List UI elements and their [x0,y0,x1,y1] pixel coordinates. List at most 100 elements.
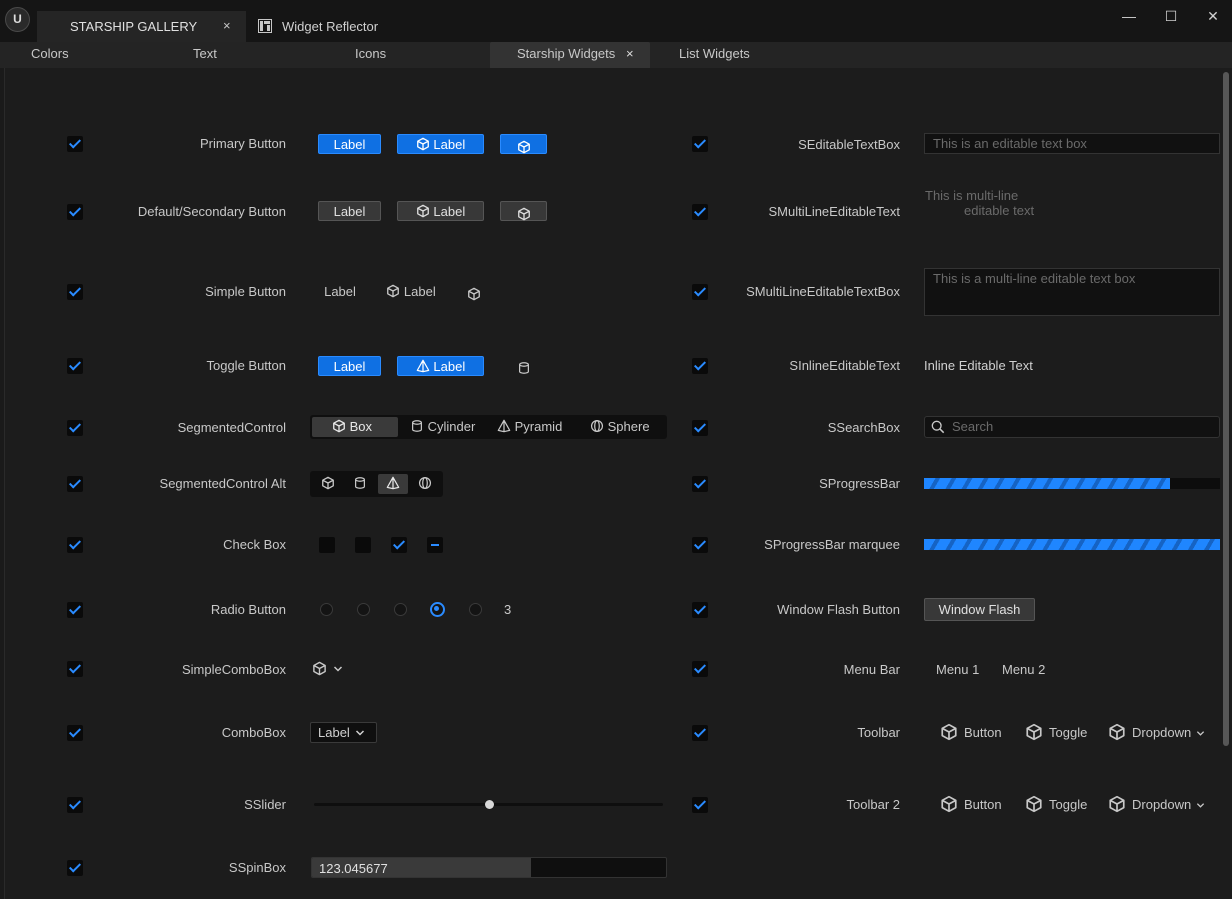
minimize-button[interactable]: — [1114,5,1144,27]
close-tab-icon[interactable]: × [626,46,634,61]
multiline-editable-text[interactable]: This is multi-line editable text [924,187,1074,221]
segment-box[interactable] [314,474,342,494]
row-enabled-checkbox[interactable] [67,860,83,876]
row-enabled-checkbox[interactable] [67,602,83,618]
simple-icon-button[interactable] [462,282,486,302]
toolbar2-toggle[interactable]: Toggle [1025,794,1095,814]
editable-text-box[interactable]: This is an editable text box [924,133,1220,154]
slider-thumb[interactable] [484,800,494,809]
row-enabled-checkbox[interactable] [692,725,708,741]
row-enabled-checkbox[interactable] [692,284,708,300]
row-enabled-checkbox[interactable] [67,420,83,436]
toolbar2-button[interactable]: Button [940,794,1010,814]
segment-cylinder[interactable] [346,474,374,494]
cube-icon [416,204,430,218]
checkbox-undetermined[interactable] [427,537,443,553]
row-enabled-checkbox[interactable] [692,797,708,813]
cube-icon [386,284,400,298]
toggle-icon-button[interactable] [512,356,536,376]
segment-pyramid[interactable]: Pyramid [497,417,577,437]
cube-icon [1025,795,1043,813]
row-enabled-checkbox[interactable] [67,136,83,152]
row-enabled-checkbox[interactable] [692,358,708,374]
tab-text[interactable]: Text [193,42,217,68]
window-flash-button[interactable]: Window Flash [924,598,1035,621]
primary-icon-button[interactable] [500,134,547,154]
row-enabled-checkbox[interactable] [67,204,83,220]
unreal-logo-icon[interactable]: U [5,7,30,32]
menu-item-1[interactable]: Menu 1 [936,662,979,677]
toolbar-toggle[interactable]: Toggle [1025,722,1095,742]
row-enabled-checkbox[interactable] [692,476,708,492]
row-enabled-checkbox[interactable] [67,661,83,677]
cube-icon [312,661,327,676]
row-enabled-checkbox[interactable] [692,602,708,618]
radio-option[interactable] [469,603,482,616]
tab-icons[interactable]: Icons [355,42,386,68]
segment-cylinder[interactable]: Cylinder [410,417,490,437]
checkbox-checked[interactable] [391,537,407,553]
menu-item-2[interactable]: Menu 2 [1002,662,1045,677]
row-enabled-checkbox[interactable] [67,358,83,374]
combo-box[interactable]: Label [310,722,377,743]
inline-editable-text[interactable]: Inline Editable Text [924,358,1033,373]
toolbar-label: Toggle [1049,797,1088,812]
tab-list-widgets[interactable]: List Widgets [679,42,750,68]
toolbar-label: Toggle [1049,725,1088,740]
toolbar2-dropdown[interactable]: Dropdown [1108,794,1208,814]
simple-icon-label-button[interactable]: Label [378,282,444,302]
segment-sphere[interactable] [411,474,439,494]
row-label: Menu Bar [843,662,900,677]
secondary-label-button[interactable]: Label [318,201,381,221]
checkbox-unchecked[interactable] [355,537,371,553]
radio-option[interactable] [357,603,370,616]
secondary-icon-button[interactable] [500,201,547,221]
toolbar-dropdown[interactable]: Dropdown [1108,722,1208,742]
row-enabled-checkbox[interactable] [67,284,83,300]
row-enabled-checkbox[interactable] [67,797,83,813]
tab-starship-widgets[interactable]: Starship Widgets × [490,42,650,68]
row-enabled-checkbox[interactable] [692,136,708,152]
radio-option[interactable] [394,603,407,616]
row-label: SMultiLineEditableText [768,204,900,219]
spin-box[interactable]: 123.045677 [311,857,667,878]
row-enabled-checkbox[interactable] [67,725,83,741]
row-label: SSearchBox [827,420,900,435]
toggle-icon-label-button[interactable]: Label [397,356,484,376]
multiline-editable-text-box[interactable]: This is a multi-line editable text box [924,268,1220,316]
segment-sphere[interactable]: Sphere [590,417,665,437]
radio-option-selected[interactable] [430,602,445,617]
secondary-icon-label-button[interactable]: Label [397,201,484,221]
row-enabled-checkbox[interactable] [692,204,708,220]
row-label: Check Box [223,537,286,552]
sphere-icon [590,419,604,433]
simple-combo-box[interactable] [312,661,346,677]
row-label: SimpleComboBox [181,662,286,677]
primary-icon-label-button[interactable]: Label [397,134,484,154]
simple-label-button[interactable]: Label [318,282,362,302]
row-enabled-checkbox[interactable] [67,476,83,492]
row-enabled-checkbox[interactable] [692,661,708,677]
tab-label: STARSHIP GALLERY [70,19,198,34]
tab-starship-gallery[interactable]: STARSHIP GALLERY × [37,11,246,42]
button-label: Label [433,137,466,152]
row-enabled-checkbox[interactable] [692,537,708,553]
toggle-label-button[interactable]: Label [318,356,381,376]
maximize-button[interactable]: ☐ [1156,5,1186,27]
toolbar-button[interactable]: Button [940,722,1010,742]
tab-colors[interactable]: Colors [31,42,69,68]
vertical-scrollbar[interactable] [1223,72,1229,746]
checkbox-unchecked[interactable] [319,537,335,553]
segment-pyramid[interactable] [378,474,408,494]
close-tab-icon[interactable]: × [223,18,231,33]
segment-label: Box [349,419,373,434]
close-window-button[interactable]: ✕ [1198,5,1228,27]
primary-label-button[interactable]: Label [318,134,381,154]
search-box[interactable]: Search [924,416,1220,438]
segment-box[interactable]: Box [312,417,398,437]
row-enabled-checkbox[interactable] [67,537,83,553]
radio-option[interactable] [320,603,333,616]
cube-icon [1025,723,1043,741]
row-enabled-checkbox[interactable] [692,420,708,436]
segmented-control: Box Cylinder Pyramid Sphere [310,415,667,439]
